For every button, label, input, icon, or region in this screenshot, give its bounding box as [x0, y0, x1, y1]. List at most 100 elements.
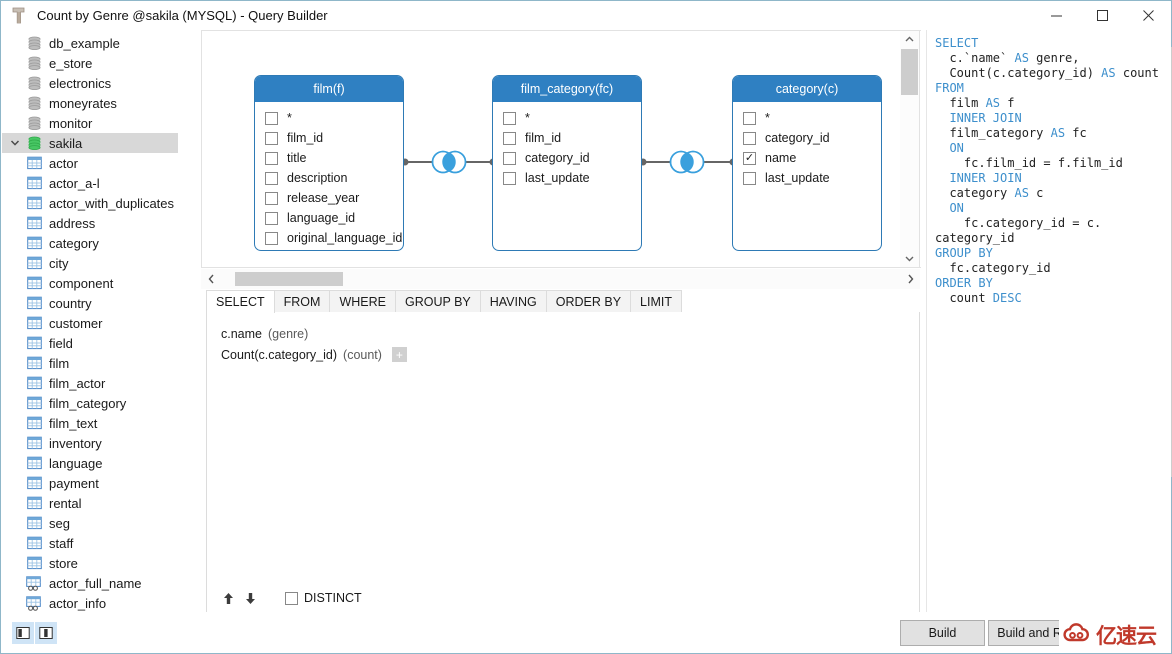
sidebar-item-actor_full_name[interactable]: actor_full_name — [2, 573, 178, 593]
erd-diagram-canvas[interactable]: film(f) * film_id title description release_y… — [201, 30, 921, 268]
add-expression-button[interactable]: + — [391, 347, 407, 362]
build-button[interactable]: Build — [900, 620, 985, 646]
minimize-button[interactable] — [1033, 1, 1079, 30]
field-checkbox[interactable] — [503, 111, 516, 125]
field-checkbox[interactable] — [503, 151, 516, 165]
field-checkbox[interactable] — [265, 231, 278, 245]
arrow-down-icon[interactable] — [239, 587, 261, 609]
sidebar-item-actor[interactable]: actor — [2, 153, 178, 173]
sidebar-item-store[interactable]: store — [2, 553, 178, 573]
tab-where[interactable]: WHERE — [329, 290, 396, 313]
erd-field-row[interactable]: category_id — [733, 128, 881, 148]
tab-limit[interactable]: LIMIT — [630, 290, 682, 313]
field-checkbox[interactable] — [743, 131, 756, 145]
erd-field-row[interactable]: last_update — [733, 168, 881, 188]
erd-field-row[interactable]: original_language_id — [255, 228, 403, 248]
panel-right-icon[interactable] — [35, 622, 57, 644]
sql-preview-pane[interactable]: SELECT c.`name` AS genre, Count(c.catego… — [926, 30, 1171, 615]
chevron-left-icon[interactable] — [201, 269, 221, 289]
erd-field-row[interactable]: * — [493, 108, 641, 128]
sidebar-item-film_text[interactable]: film_text — [2, 413, 178, 433]
sidebar-item-field[interactable]: field — [2, 333, 178, 353]
sidebar-item-e_store[interactable]: e_store — [2, 53, 178, 73]
clause-body[interactable]: c.name (genre) Count(c.category_id) (count)… — [206, 312, 920, 614]
diagram-scroll-thumb[interactable] — [901, 49, 918, 95]
erd-field-row[interactable]: language_id — [255, 208, 403, 228]
diagram-vertical-scrollbar[interactable] — [900, 30, 920, 268]
sidebar-item-moneyrates[interactable]: moneyrates — [2, 93, 178, 113]
sidebar-item-db_example[interactable]: db_example — [2, 33, 178, 53]
chevron-right-icon[interactable] — [900, 269, 920, 289]
field-checkbox[interactable] — [743, 111, 756, 125]
erd-field-row[interactable]: * — [255, 108, 403, 128]
chevron-up-icon[interactable] — [900, 31, 918, 48]
sidebar-item-inventory[interactable]: inventory — [2, 433, 178, 453]
distinct-checkbox[interactable]: DISTINCT — [279, 591, 362, 605]
field-checkbox[interactable] — [265, 171, 278, 185]
select-expression-row[interactable]: c.name (genre) — [221, 327, 308, 341]
erd-field-row[interactable]: category_id — [493, 148, 641, 168]
sidebar-item-address[interactable]: address — [2, 213, 178, 233]
inner-join-icon[interactable] — [431, 148, 467, 179]
erd-table-header[interactable]: film_category(fc) — [493, 76, 641, 102]
erd-table-header[interactable]: film(f) — [255, 76, 403, 102]
erd-field-row[interactable]: release_year — [255, 188, 403, 208]
sidebar-item-language[interactable]: language — [2, 453, 178, 473]
erd-field-row[interactable]: title — [255, 148, 403, 168]
field-checkbox[interactable] — [265, 131, 278, 145]
distinct-checkbox-box[interactable] — [285, 591, 298, 605]
field-checkbox[interactable] — [265, 191, 278, 205]
field-checkbox[interactable] — [503, 131, 516, 145]
erd-table-header[interactable]: category(c) — [733, 76, 881, 102]
erd-table-film(f)[interactable]: film(f) * film_id title description release_y… — [254, 75, 404, 251]
arrow-up-icon[interactable] — [217, 587, 239, 609]
sidebar-item-sakila[interactable]: sakila — [2, 133, 178, 153]
chevron-down-icon[interactable] — [900, 250, 918, 267]
sidebar-item-rental[interactable]: rental — [2, 493, 178, 513]
sidebar-item-actor_a-l[interactable]: actor_a-l — [2, 173, 178, 193]
tab-group-by[interactable]: GROUP BY — [394, 290, 481, 313]
sidebar-item-monitor[interactable]: monitor — [2, 113, 178, 133]
horizontal-scroll-track[interactable] — [221, 272, 900, 286]
erd-table-category(c)[interactable]: category(c) * category_id ✓ name last_update — [732, 75, 882, 251]
field-checkbox[interactable] — [265, 151, 278, 165]
chevron-down-icon[interactable] — [6, 133, 24, 153]
tab-order-by[interactable]: ORDER BY — [545, 290, 632, 313]
sidebar-item-payment[interactable]: payment — [2, 473, 178, 493]
inner-join-icon[interactable] — [669, 148, 705, 179]
erd-field-row[interactable]: * — [733, 108, 881, 128]
sidebar-item-actor_with_duplicates[interactable]: actor_with_duplicates — [2, 193, 178, 213]
field-checkbox[interactable] — [265, 111, 278, 125]
tab-select[interactable]: SELECT — [206, 290, 275, 313]
sidebar-item-country[interactable]: country — [2, 293, 178, 313]
erd-field-row[interactable]: film_id — [493, 128, 641, 148]
field-checkbox[interactable]: ✓ — [743, 151, 756, 165]
field-checkbox[interactable] — [743, 171, 756, 185]
sidebar-item-film[interactable]: film — [2, 353, 178, 373]
field-checkbox[interactable] — [503, 171, 516, 185]
sidebar-item-category[interactable]: category — [2, 233, 178, 253]
erd-field-row[interactable]: description — [255, 168, 403, 188]
erd-field-row[interactable]: film_id — [255, 128, 403, 148]
select-expression-row[interactable]: Count(c.category_id) (count) + — [221, 347, 407, 362]
erd-field-row[interactable]: last_update — [493, 168, 641, 188]
sidebar-item-seg[interactable]: seg — [2, 513, 178, 533]
sidebar-item-film_actor[interactable]: film_actor — [2, 373, 178, 393]
horizontal-scroll-thumb[interactable] — [235, 272, 343, 286]
tab-from[interactable]: FROM — [273, 290, 331, 313]
tab-having[interactable]: HAVING — [479, 290, 547, 313]
close-button[interactable] — [1125, 1, 1171, 30]
database-tree-panel[interactable]: db_example e_store electronics moneyrates mo… — [2, 30, 194, 615]
sidebar-item-film_category[interactable]: film_category — [2, 393, 178, 413]
field-checkbox[interactable] — [265, 211, 278, 225]
erd-table-film_category(fc)[interactable]: film_category(fc) * film_id category_id last… — [492, 75, 642, 251]
sidebar-item-customer[interactable]: customer — [2, 313, 178, 333]
maximize-button[interactable] — [1079, 1, 1125, 30]
erd-field-row[interactable]: ✓ name — [733, 148, 881, 168]
diagram-horizontal-scrollbar[interactable] — [201, 269, 920, 289]
sidebar-item-actor_info[interactable]: actor_info — [2, 593, 178, 613]
sidebar-item-component[interactable]: component — [2, 273, 178, 293]
sidebar-item-staff[interactable]: staff — [2, 533, 178, 553]
sidebar-item-city[interactable]: city — [2, 253, 178, 273]
sidebar-item-electronics[interactable]: electronics — [2, 73, 178, 93]
